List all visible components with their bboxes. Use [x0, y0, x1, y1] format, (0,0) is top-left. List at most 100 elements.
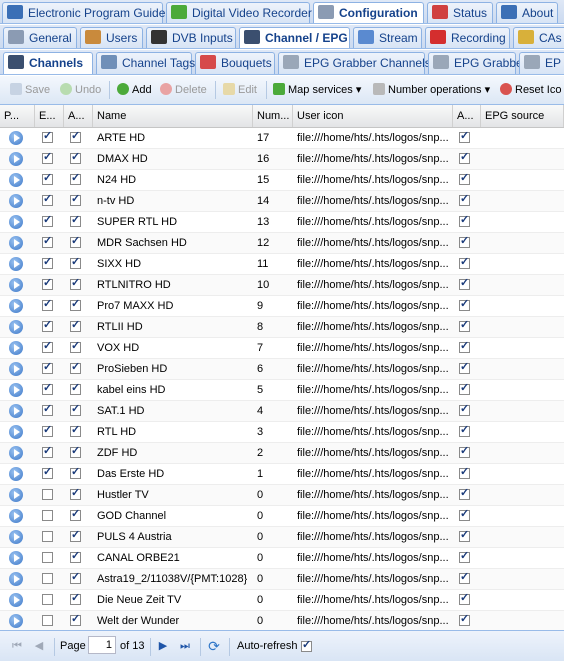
auto-checkbox[interactable] [70, 381, 81, 395]
auto-checkbox[interactable] [70, 234, 81, 248]
auto-checkbox[interactable] [70, 129, 81, 143]
auto-icon-checkbox[interactable] [459, 591, 470, 605]
table-row[interactable]: GOD Channel 0 file:///home/hts/.hts/logos/… [0, 506, 564, 527]
auto-icon-checkbox[interactable] [459, 171, 470, 185]
play-icon[interactable] [9, 299, 23, 313]
table-row[interactable]: RTLNITRO HD 10 file:///home/hts/.hts/logos… [0, 275, 564, 296]
auto-checkbox[interactable] [70, 423, 81, 437]
epg-source-cell[interactable] [485, 590, 560, 610]
prev-page-button[interactable]: ◀ [32, 639, 46, 653]
table-row[interactable]: kabel eins HD 5 file:///home/hts/.hts/logo… [0, 380, 564, 401]
table-row[interactable]: SAT.1 HD 4 file:///home/hts/.hts/logos/snp… [0, 401, 564, 422]
enabled-checkbox[interactable] [42, 444, 53, 458]
table-row[interactable]: CANAL ORBE21 0 file:///home/hts/.hts/logos… [0, 548, 564, 569]
play-icon[interactable] [9, 488, 23, 502]
enabled-checkbox[interactable] [42, 297, 53, 311]
play-icon[interactable] [9, 467, 23, 481]
auto-checkbox[interactable] [70, 528, 81, 542]
column-header[interactable]: EPG source [481, 105, 564, 127]
epg-source-cell[interactable] [485, 191, 560, 211]
tab-channel-epg[interactable]: Channel / EPG [239, 27, 350, 48]
epg-source-cell[interactable] [485, 506, 560, 526]
auto-icon-checkbox[interactable] [459, 234, 470, 248]
play-icon[interactable] [9, 509, 23, 523]
table-row[interactable]: Astra19_2/11038V/{PMT:1028} 0 file:///home… [0, 569, 564, 590]
auto-icon-checkbox[interactable] [459, 255, 470, 269]
tab-stream[interactable]: Stream [353, 27, 422, 48]
epg-source-cell[interactable] [485, 464, 560, 484]
table-row[interactable]: VOX HD 7 file:///home/hts/.hts/logos/snp..… [0, 338, 564, 359]
play-icon[interactable] [9, 572, 23, 586]
epg-source-cell[interactable] [485, 233, 560, 253]
tab-general[interactable]: General [3, 27, 77, 48]
auto-checkbox[interactable] [70, 192, 81, 206]
auto-checkbox[interactable] [70, 507, 81, 521]
tab-channels[interactable]: Channels [3, 52, 93, 74]
auto-icon-checkbox[interactable] [459, 297, 470, 311]
table-row[interactable]: ZDF HD 2 file:///home/hts/.hts/logos/snp..… [0, 443, 564, 464]
auto-checkbox[interactable] [70, 549, 81, 563]
play-icon[interactable] [9, 278, 23, 292]
tab-bouquets[interactable]: Bouquets [195, 52, 275, 74]
auto-checkbox[interactable] [70, 465, 81, 479]
epg-source-cell[interactable] [485, 128, 560, 148]
auto-icon-checkbox[interactable] [459, 192, 470, 206]
epg-source-cell[interactable] [485, 275, 560, 295]
epg-source-cell[interactable] [485, 569, 560, 589]
enabled-checkbox[interactable] [42, 573, 53, 584]
enabled-checkbox[interactable] [42, 360, 53, 374]
auto-icon-checkbox[interactable] [459, 507, 470, 521]
auto-checkbox[interactable] [70, 276, 81, 290]
epg-source-cell[interactable] [485, 296, 560, 316]
auto-checkbox[interactable] [70, 150, 81, 164]
play-icon[interactable] [9, 593, 23, 607]
tab-electronic-program-guide[interactable]: Electronic Program Guide [2, 2, 165, 23]
auto-checkbox[interactable] [70, 570, 81, 584]
auto-icon-checkbox[interactable] [459, 402, 470, 416]
table-row[interactable]: Pro7 MAXX HD 9 file:///home/hts/.hts/logos… [0, 296, 564, 317]
auto-checkbox[interactable] [70, 339, 81, 353]
auto-icon-checkbox[interactable] [459, 570, 470, 584]
tab-epg-grabber[interactable]: EPG Grabber [428, 52, 527, 74]
auto-icon-checkbox[interactable] [459, 150, 470, 164]
page-number-input[interactable] [88, 636, 116, 654]
play-icon[interactable] [9, 404, 23, 418]
epg-source-cell[interactable] [485, 548, 560, 568]
enabled-checkbox[interactable] [42, 615, 53, 626]
tab-ep[interactable]: EP [519, 52, 564, 74]
table-row[interactable]: MDR Sachsen HD 12 file:///home/hts/.hts/lo… [0, 233, 564, 254]
tab-epg-grabber-channels[interactable]: EPG Grabber Channels [278, 52, 431, 74]
enabled-checkbox[interactable] [42, 339, 53, 353]
auto-checkbox[interactable] [70, 213, 81, 227]
auto-icon-checkbox[interactable] [459, 444, 470, 458]
auto-icon-checkbox[interactable] [459, 549, 470, 563]
add-button[interactable]: Add [117, 82, 152, 98]
auto-checkbox[interactable] [70, 171, 81, 185]
enabled-checkbox[interactable] [42, 129, 53, 143]
column-header[interactable]: Name [93, 105, 253, 127]
table-row[interactable]: Das Erste HD 1 file:///home/hts/.hts/logos… [0, 464, 564, 485]
enabled-checkbox[interactable] [42, 234, 53, 248]
auto-icon-checkbox[interactable] [459, 381, 470, 395]
epg-source-cell[interactable] [485, 611, 560, 630]
column-header[interactable]: E... [35, 105, 64, 127]
epg-source-cell[interactable] [485, 149, 560, 169]
epg-source-cell[interactable] [485, 212, 560, 232]
auto-checkbox[interactable] [70, 360, 81, 374]
column-header[interactable]: A... [453, 105, 481, 127]
undo-button[interactable]: Undo [60, 82, 101, 98]
auto-checkbox[interactable] [70, 297, 81, 311]
play-icon[interactable] [9, 362, 23, 376]
epg-source-cell[interactable] [485, 422, 560, 442]
epg-source-cell[interactable] [485, 380, 560, 400]
refresh-button[interactable]: ⟳ [207, 639, 221, 653]
epg-source-cell[interactable] [485, 401, 560, 421]
auto-icon-checkbox[interactable] [459, 528, 470, 542]
play-icon[interactable] [9, 341, 23, 355]
auto-checkbox[interactable] [70, 444, 81, 458]
play-icon[interactable] [9, 425, 23, 439]
enabled-checkbox[interactable] [42, 255, 53, 269]
auto-icon-checkbox[interactable] [459, 339, 470, 353]
table-row[interactable]: SUPER RTL HD 13 file:///home/hts/.hts/logo… [0, 212, 564, 233]
auto-icon-checkbox[interactable] [459, 213, 470, 227]
